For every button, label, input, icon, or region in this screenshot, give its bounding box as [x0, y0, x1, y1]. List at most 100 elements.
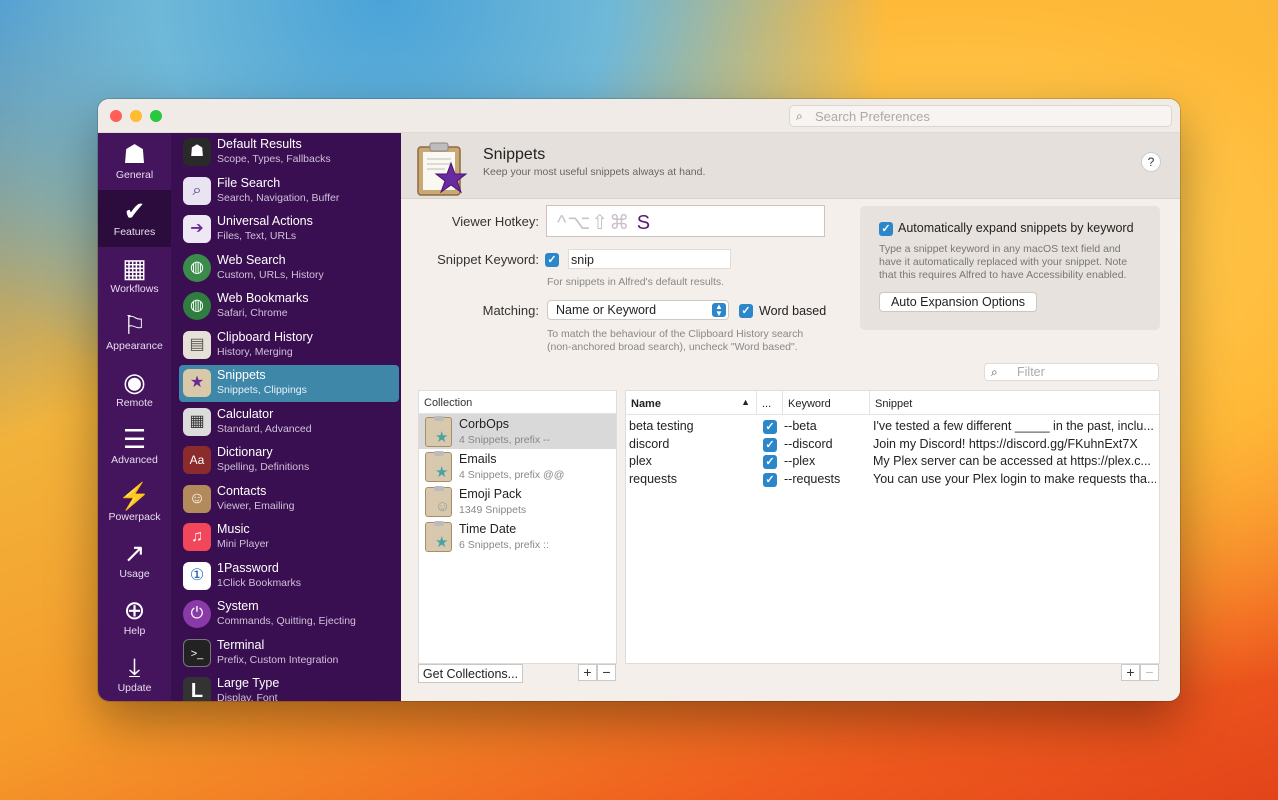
- zoom-button[interactable]: [150, 110, 162, 122]
- sliders-icon: ☰: [122, 424, 147, 454]
- feature-default-results[interactable]: ☗ Default Results Scope, Types, Fallbacks: [179, 134, 399, 171]
- auto-expand-checkbox[interactable]: ✓: [879, 222, 893, 236]
- category-usage[interactable]: ↗ Usage: [98, 532, 171, 589]
- hotkey-modifiers: ^⌥⇧⌘: [557, 212, 631, 234]
- feature-terminal[interactable]: >_ Terminal Prefix, Custom Integration: [179, 635, 399, 672]
- close-button[interactable]: [110, 110, 122, 122]
- page-subtitle: Keep your most useful snippets always at…: [483, 166, 706, 178]
- preferences-window: ⌕ Search Preferences ☗ General ✔ Features …: [98, 99, 1180, 701]
- column-name[interactable]: Name ▲: [626, 391, 757, 415]
- feature-large-type[interactable]: L Large Type Display, Font: [179, 673, 399, 701]
- category-help[interactable]: ⊕ Help: [98, 589, 171, 646]
- collection-item[interactable]: ★ CorbOps 4 Snippets, prefix --: [419, 414, 616, 449]
- auto-expansion-options-button[interactable]: Auto Expansion Options: [879, 292, 1037, 312]
- minimize-button[interactable]: [130, 110, 142, 122]
- collection-item[interactable]: ☺ Emoji Pack 1349 Snippets: [419, 484, 616, 519]
- keyword-label: Snippet Keyword:: [437, 252, 539, 267]
- onepassword-icon: ①: [183, 562, 211, 590]
- search-input[interactable]: ⌕ Search Preferences: [789, 105, 1172, 127]
- clipboard-icon: ▤: [183, 331, 211, 359]
- help-button[interactable]: ?: [1141, 152, 1161, 172]
- table-header: Name ▲ ... Keyword Snippet: [626, 391, 1159, 415]
- auto-expand-label: Automatically expand snippets by keyword: [898, 221, 1134, 235]
- lifebuoy-icon: ⊕: [123, 595, 146, 625]
- snippets-icon: ★: [183, 369, 211, 397]
- get-collections-button[interactable]: Get Collections...: [418, 664, 523, 683]
- category-powerpack[interactable]: ⚡ Powerpack: [98, 475, 171, 532]
- matching-note-1: To match the behaviour of the Clipboard …: [547, 328, 804, 340]
- auto-expansion-panel: ✓ Automatically expand snippets by keywo…: [860, 206, 1160, 330]
- page-title: Snippets: [483, 146, 546, 163]
- actions-icon: ➔: [183, 215, 211, 243]
- keyword-input[interactable]: snip: [568, 249, 731, 269]
- keyword-checkbox[interactable]: ✓: [545, 253, 559, 267]
- hat-icon: ☗: [183, 138, 211, 166]
- calculator-icon: ▦: [183, 408, 211, 436]
- remote-icon: ◉: [123, 367, 146, 397]
- download-icon: ⤓: [128, 652, 141, 682]
- filter-input[interactable]: ⌕ Filter: [984, 363, 1159, 381]
- title-bar: ⌕ Search Preferences: [98, 99, 1180, 133]
- snippets-clipboard-icon: [417, 142, 467, 196]
- remove-snippet-button[interactable]: −: [1140, 664, 1159, 681]
- feature-clipboard-history[interactable]: ▤ Clipboard History History, Merging: [179, 327, 399, 364]
- grid-icon: ▦: [122, 253, 147, 283]
- feature-file-search[interactable]: ⌕ File Search Search, Navigation, Buffer: [179, 173, 399, 210]
- pane-header: Snippets Keep your most useful snippets …: [401, 133, 1180, 199]
- auto-expand-row-checkbox[interactable]: ✓: [763, 420, 777, 434]
- add-snippet-button[interactable]: +: [1121, 664, 1140, 681]
- column-keyword[interactable]: Keyword: [783, 391, 870, 415]
- matching-select[interactable]: Name or Keyword ▲ ▼: [547, 300, 729, 320]
- word-based-checkbox[interactable]: ✓: [739, 304, 753, 318]
- feature-dictionary[interactable]: Aa Dictionary Spelling, Definitions: [179, 442, 399, 479]
- category-bar: ☗ General ✔ Features ▦ Workflows ⚐ Appearanc…: [98, 133, 171, 701]
- collection-item[interactable]: ★ Emails 4 Snippets, prefix @@: [419, 449, 616, 484]
- category-advanced[interactable]: ☰ Advanced: [98, 418, 171, 475]
- feature-web-search[interactable]: ◍ Web Search Custom, URLs, History: [179, 250, 399, 287]
- snippet-collection-icon: ★: [425, 416, 452, 447]
- auto-expand-row-checkbox[interactable]: ✓: [763, 473, 777, 487]
- feature-universal-actions[interactable]: ➔ Universal Actions Files, Text, URLs: [179, 211, 399, 248]
- table-row[interactable]: plex ✓ --plex My Plex server can be accesse…: [626, 453, 1159, 471]
- category-workflows[interactable]: ▦ Workflows: [98, 247, 171, 304]
- battery-icon: ⚡: [118, 481, 151, 511]
- snippet-collection-icon: ★: [425, 521, 452, 552]
- auto-desc-1: Type a snippet keyword in any macOS text…: [879, 243, 1121, 255]
- word-based-label: Word based: [759, 304, 827, 318]
- feature-contacts[interactable]: ☺ Contacts Viewer, Emailing: [179, 481, 399, 518]
- auto-expand-row-checkbox[interactable]: ✓: [763, 455, 777, 469]
- features-list: ☗ Default Results Scope, Types, Fallbacks …: [171, 133, 401, 701]
- keyword-note: For snippets in Alfred's default results…: [547, 276, 725, 288]
- chart-icon: ↗: [123, 538, 146, 568]
- search-icon: ⌕: [796, 109, 803, 123]
- collection-item[interactable]: ★ Time Date 6 Snippets, prefix ::: [419, 519, 616, 554]
- feature-web-bookmarks[interactable]: ◍ Web Bookmarks Safari, Chrome: [179, 288, 399, 325]
- file-search-icon: ⌕: [183, 177, 211, 205]
- column-auto[interactable]: ...: [757, 391, 783, 415]
- contacts-icon: ☺: [183, 485, 211, 513]
- feature-1password[interactable]: ① 1Password 1Click Bookmarks: [179, 558, 399, 595]
- category-features[interactable]: ✔ Features: [98, 190, 171, 247]
- feature-system[interactable]: ⏻ System Commands, Quitting, Ejecting: [179, 596, 399, 633]
- feature-music[interactable]: ♫ Music Mini Player: [179, 519, 399, 556]
- table-row[interactable]: requests ✓ --requests You can use your Plex…: [626, 471, 1159, 489]
- table-row[interactable]: beta testing ✓ --beta I've tested a few dif…: [626, 418, 1159, 436]
- category-update[interactable]: ⤓ Update: [98, 646, 171, 701]
- auto-expand-row-checkbox[interactable]: ✓: [763, 438, 777, 452]
- category-remote[interactable]: ◉ Remote: [98, 361, 171, 418]
- feature-calculator[interactable]: ▦ Calculator Standard, Advanced: [179, 404, 399, 441]
- category-appearance[interactable]: ⚐ Appearance: [98, 304, 171, 361]
- chevron-updown-icon: ▲ ▼: [712, 303, 726, 318]
- hotkey-field[interactable]: ^⌥⇧⌘ S: [546, 205, 825, 237]
- emoji-collection-icon: ☺: [425, 486, 452, 517]
- add-collection-button[interactable]: +: [578, 664, 597, 681]
- snippets-table: Name ▲ ... Keyword Snippet beta testing ✓ -…: [625, 390, 1160, 664]
- feature-snippets[interactable]: ★ Snippets Snippets, Clippings: [179, 365, 399, 402]
- auto-desc-3: that this requires Alfred to have Access…: [879, 269, 1127, 281]
- auto-desc-2: have it automatically replaced with your…: [879, 256, 1128, 268]
- category-general[interactable]: ☗ General: [98, 133, 171, 190]
- collections-list: Collection ★ CorbOps 4 Snippets, prefix --…: [418, 390, 617, 664]
- column-snippet[interactable]: Snippet: [870, 391, 1159, 415]
- remove-collection-button[interactable]: −: [597, 664, 616, 681]
- table-row[interactable]: discord ✓ --discord Join my Discord! https:…: [626, 436, 1159, 454]
